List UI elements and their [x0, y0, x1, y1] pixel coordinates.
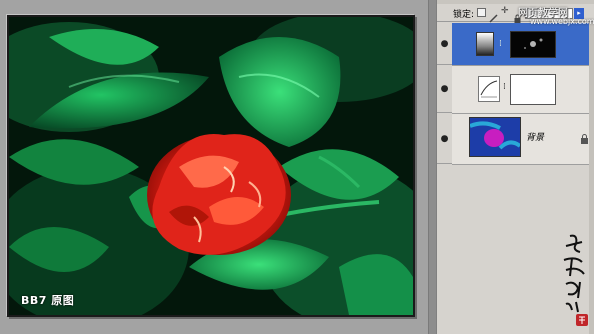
lock-icon — [580, 129, 589, 148]
photo-caption: BB7 原图 — [21, 294, 75, 307]
link-chain-icon: ⁞ — [503, 82, 506, 92]
visibility-eye-icon[interactable]: ● — [437, 114, 452, 164]
curves-thumbnail — [478, 76, 500, 102]
lock-label: 锁定: — [453, 10, 475, 20]
canvas-workspace: BB7 原图 — [0, 0, 436, 334]
calligraphy-seal — [563, 234, 588, 326]
background-thumbnail — [469, 117, 522, 157]
lock-image-icon[interactable] — [489, 8, 498, 23]
lock-transparency-icon[interactable] — [477, 8, 486, 17]
layer-row-1[interactable]: ● ⁞ — [437, 23, 594, 66]
link-chain-icon: ⁞ — [499, 39, 502, 49]
workspace-scrollbar[interactable] — [428, 0, 436, 334]
watermark-url: www.webjx.com — [530, 17, 594, 26]
document-window[interactable]: BB7 原图 — [7, 15, 415, 317]
white-mask-thumbnail — [510, 74, 556, 105]
visibility-eye-icon[interactable]: ● — [437, 66, 452, 113]
flower-photo[interactable] — [9, 17, 413, 315]
lock-position-icon[interactable]: ✛ — [501, 7, 510, 16]
adjustment-thumbnail — [476, 32, 494, 56]
layer-name: 背景 — [526, 133, 545, 143]
layer-row-2[interactable]: ● ⁞ — [437, 66, 594, 114]
layer-mask-thumbnail — [510, 31, 556, 58]
flower-shape — [147, 134, 291, 255]
layer-row-background[interactable]: ● 背景 — [437, 114, 594, 165]
visibility-eye-icon[interactable]: ● — [437, 23, 452, 65]
